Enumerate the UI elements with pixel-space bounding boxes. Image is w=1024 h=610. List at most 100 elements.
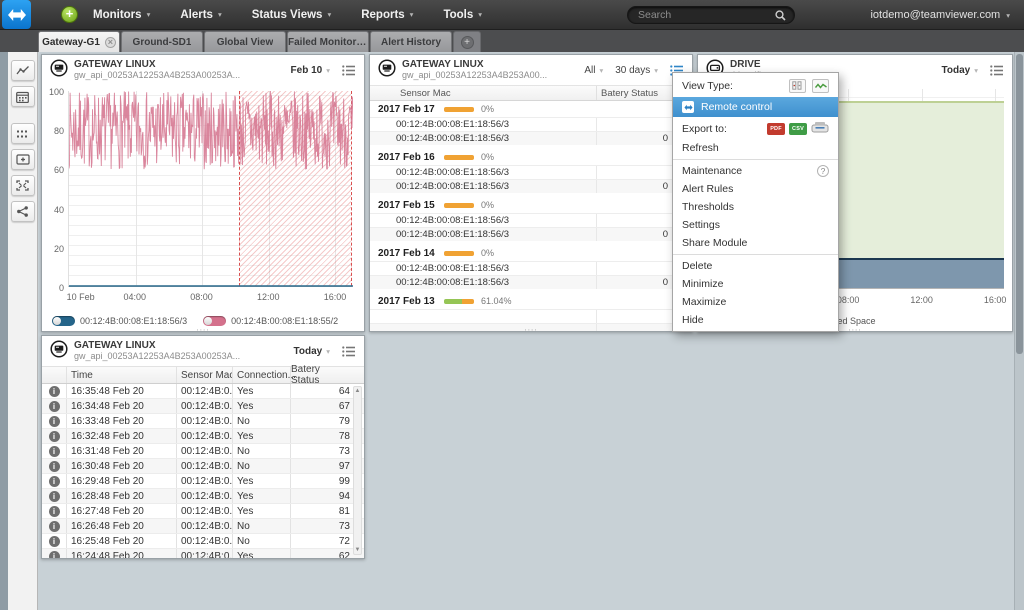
info-icon[interactable] [49, 551, 60, 560]
info-icon[interactable] [49, 461, 60, 472]
resize-handle[interactable] [849, 325, 862, 334]
date-range-selector[interactable]: Today [942, 65, 978, 76]
menu-item[interactable]: Share Module [673, 234, 838, 252]
tab-gateway-g1[interactable]: Gateway-G1 [38, 31, 120, 52]
table-row[interactable]: 16:35:48 Feb 2000:12:4B:0...Yes64 [42, 384, 364, 399]
account-menu[interactable]: iotdemo@teamviewer.com [870, 0, 1010, 30]
expand-icon[interactable] [11, 175, 35, 196]
toggle-switch[interactable] [52, 316, 75, 326]
info-icon[interactable] [49, 476, 60, 487]
legend-toggle-00-12-4b-00-08-e1-18-56-3[interactable]: 00:12:4B:00:08:E1:18:56/3 [52, 316, 187, 326]
table-row[interactable]: 00:12:4B:00:08:E1:18:56/30 [370, 275, 692, 289]
menu-item[interactable]: Minimize [673, 275, 838, 293]
table-row[interactable]: 00:12:4B:00:08:E1:18:56/30 [370, 179, 692, 193]
info-icon[interactable] [49, 401, 60, 412]
resize-handle[interactable] [197, 552, 210, 559]
info-icon[interactable] [49, 431, 60, 442]
share-icon[interactable] [11, 201, 35, 222]
table-row[interactable]: 16:34:48 Feb 2000:12:4B:0...Yes67 [42, 399, 364, 414]
search-icon[interactable] [775, 10, 786, 21]
top-menu-item[interactable]: Tools [443, 9, 482, 21]
table-row[interactable]: 16:32:48 Feb 2000:12:4B:0...Yes78 [42, 429, 364, 444]
table-row[interactable]: 00:12:4B:00:08:E1:18:56/3 [370, 261, 692, 275]
help-icon[interactable] [817, 165, 829, 177]
table-row[interactable]: 16:30:48 Feb 2000:12:4B:0...No97 [42, 459, 364, 474]
scroll-down-icon[interactable]: ▼ [354, 547, 361, 553]
table-row[interactable]: 00:12:4B:00:08:E1:18:56/3 [370, 213, 692, 227]
panel-menu-button[interactable] [990, 65, 1004, 76]
info-icon[interactable] [49, 446, 60, 457]
export-pdf-icon[interactable]: PDF [767, 123, 785, 135]
export-csv-icon[interactable]: CSV [789, 123, 807, 135]
search-input[interactable] [636, 8, 775, 22]
table-row[interactable]: 00:12:4B:00:08:E1:18:56/30 [370, 131, 692, 145]
connection-cell: Yes [232, 429, 290, 443]
export-print-icon[interactable] [811, 121, 829, 137]
time-cell: 16:34:48 Feb 20 [66, 399, 176, 413]
time-cell: 16:35:48 Feb 20 [66, 384, 176, 398]
resize-handle[interactable] [525, 325, 538, 334]
menu-item[interactable]: Hide [673, 311, 838, 329]
table-row[interactable]: 16:29:48 Feb 2000:12:4B:0...Yes99 [42, 474, 364, 489]
sensor-filter-selector[interactable]: All [584, 65, 603, 76]
date-range-selector[interactable]: Feb 10 [291, 65, 330, 76]
scrollbar-thumb[interactable] [1016, 54, 1023, 354]
battery-group-header: 2017 Feb 140% [370, 245, 692, 261]
top-menu-item[interactable]: Alerts [180, 9, 221, 21]
add-monitor-button[interactable] [61, 6, 78, 23]
top-menu-item[interactable]: Monitors [93, 9, 150, 21]
top-bar: Monitors Alerts Status Views Reports Too… [0, 0, 1024, 30]
menu-item[interactable]: Settings [673, 216, 838, 234]
info-icon[interactable] [49, 386, 60, 397]
resize-handle[interactable] [197, 325, 210, 334]
search-box[interactable] [627, 6, 795, 24]
menu-item[interactable]: Maximize [673, 293, 838, 311]
tab-global-view[interactable]: Global View [204, 31, 286, 52]
info-icon[interactable] [49, 416, 60, 427]
table-row[interactable]: 16:27:48 Feb 2000:12:4B:0...Yes81 [42, 504, 364, 519]
page-scrollbar[interactable] [1014, 52, 1024, 610]
view-type-table-icon[interactable] [789, 79, 806, 93]
menu-item[interactable]: Alert Rules [673, 180, 838, 198]
table-scrollbar[interactable]: ▲ ▼ [353, 386, 362, 555]
info-icon[interactable] [49, 521, 60, 532]
table-row[interactable]: 16:25:48 Feb 2000:12:4B:0...No72 [42, 534, 364, 549]
menu-item[interactable]: Delete [673, 257, 838, 275]
menu-item-remote-control[interactable]: Remote control [673, 97, 838, 117]
trend-chart-icon[interactable] [11, 60, 35, 81]
info-icon[interactable] [49, 536, 60, 547]
tab-ground-sd1[interactable]: Ground-SD1 [121, 31, 203, 52]
top-menu-item[interactable]: Reports [361, 9, 413, 21]
info-icon[interactable] [49, 506, 60, 517]
top-menu-item[interactable]: Status Views [252, 9, 332, 21]
menu-item[interactable]: Thresholds [673, 198, 838, 216]
menu-item[interactable]: Refresh [673, 139, 838, 157]
scroll-up-icon[interactable]: ▲ [354, 388, 361, 394]
range-filter-selector[interactable]: 30 days [615, 65, 658, 76]
panel-menu-button[interactable] [342, 346, 356, 357]
table-row[interactable]: 16:33:48 Feb 2000:12:4B:0...No79 [42, 414, 364, 429]
y-axis-tick: 20 [42, 244, 64, 254]
date-range-selector[interactable]: Today [294, 346, 330, 357]
add-tab-button[interactable] [453, 31, 481, 52]
add-widget-icon[interactable] [11, 149, 35, 170]
chevron-down-icon [410, 10, 414, 19]
list-view-icon[interactable] [11, 123, 35, 144]
table-row[interactable]: 16:28:48 Feb 2000:12:4B:0...Yes94 [42, 489, 364, 504]
menu-item-maintenance[interactable]: Maintenance [673, 162, 838, 180]
table-row[interactable]: 00:12:4B:00:08:E1:18:56/30 [370, 227, 692, 241]
view-type-chart-icon[interactable] [812, 79, 829, 93]
tab-failed-monitors-v[interactable]: Failed Monitors V [287, 31, 369, 52]
tab-close-icon[interactable] [105, 37, 116, 48]
calendar-icon[interactable] [11, 86, 35, 107]
table-row[interactable] [370, 309, 692, 323]
info-icon[interactable] [49, 491, 60, 502]
panel-menu-button[interactable] [342, 65, 356, 76]
table-row[interactable]: 00:12:4B:00:08:E1:18:56/3 [370, 165, 692, 179]
table-row[interactable]: 16:26:48 Feb 2000:12:4B:0...No73 [42, 519, 364, 534]
legend-toggle-00-12-4b-00-08-e1-18-55-2[interactable]: 00:12:4B:00:08:E1:18:55/2 [203, 316, 338, 326]
table-row[interactable]: 00:12:4B:00:08:E1:18:56/3 [370, 117, 692, 131]
tab-alert-history[interactable]: Alert History [370, 31, 452, 52]
table-row[interactable]: 16:31:48 Feb 2000:12:4B:0...No73 [42, 444, 364, 459]
gateway-module-icon [50, 59, 68, 82]
